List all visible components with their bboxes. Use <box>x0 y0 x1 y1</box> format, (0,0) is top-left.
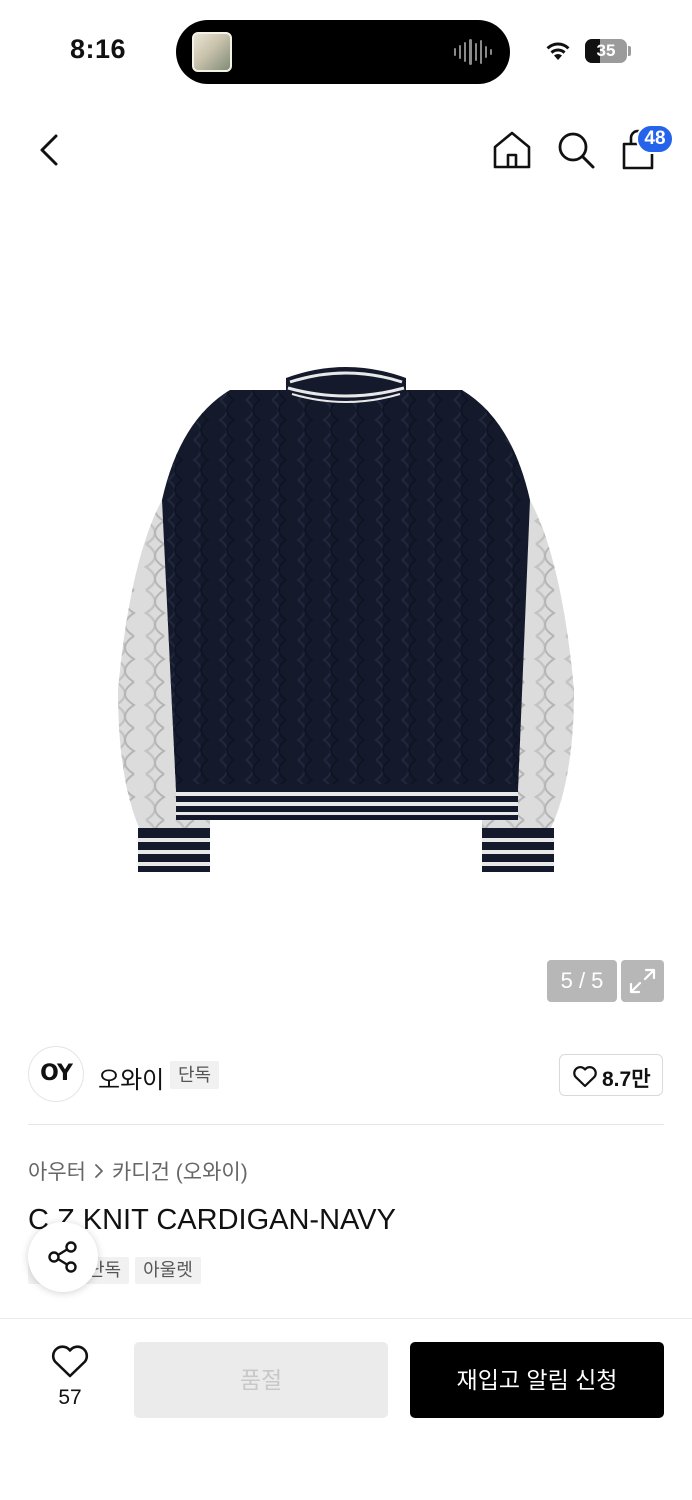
breadcrumb: 아우터 카디건 (오와이) <box>28 1156 248 1186</box>
soldout-button: 품절 <box>134 1342 388 1418</box>
divider <box>28 1124 664 1125</box>
brand-logo[interactable]: OY <box>28 1046 84 1102</box>
battery-cap <box>628 46 631 56</box>
status-time: 8:16 <box>70 34 127 64</box>
home-button[interactable] <box>490 128 534 172</box>
product-image[interactable] <box>110 360 582 880</box>
tag-outlet: 아울렛 <box>135 1257 201 1284</box>
now-playing-artwork <box>192 32 232 72</box>
brand-like-count: 8.7만 <box>602 1068 651 1091</box>
expand-icon <box>629 968 656 994</box>
search-button[interactable] <box>554 128 598 172</box>
status-bar: 8:16 35 <box>0 0 692 100</box>
cart-count-badge: 48 <box>636 124 674 154</box>
brand-name[interactable]: 오와이 <box>98 1060 164 1095</box>
heart-icon[interactable] <box>50 1344 90 1380</box>
audio-waveform-icon <box>454 38 492 66</box>
brand-exclusive-badge: 단독 <box>170 1061 220 1089</box>
battery-indicator: 35 <box>585 39 627 63</box>
home-icon <box>493 131 531 169</box>
share-button[interactable] <box>28 1222 98 1292</box>
breadcrumb-subcategory[interactable]: 카디건 (오와이) <box>112 1156 248 1186</box>
chevron-left-icon <box>40 134 58 166</box>
brand-like-button[interactable]: 8.7만 <box>559 1054 663 1096</box>
restock-alert-button[interactable]: 재입고 알림 신청 <box>410 1342 664 1418</box>
dynamic-island[interactable] <box>176 20 510 84</box>
image-counter: 5 / 5 <box>547 960 617 1002</box>
battery-level: 35 <box>596 41 616 60</box>
back-button[interactable] <box>30 128 70 172</box>
heart-icon <box>573 1066 597 1088</box>
expand-image-button[interactable] <box>621 960 664 1002</box>
chevron-right-icon <box>95 1164 103 1178</box>
wish-count: 57 <box>58 1386 82 1409</box>
wifi-icon <box>546 42 570 60</box>
share-icon <box>48 1241 77 1273</box>
search-icon <box>558 132 595 169</box>
breadcrumb-category[interactable]: 아우터 <box>28 1156 86 1186</box>
